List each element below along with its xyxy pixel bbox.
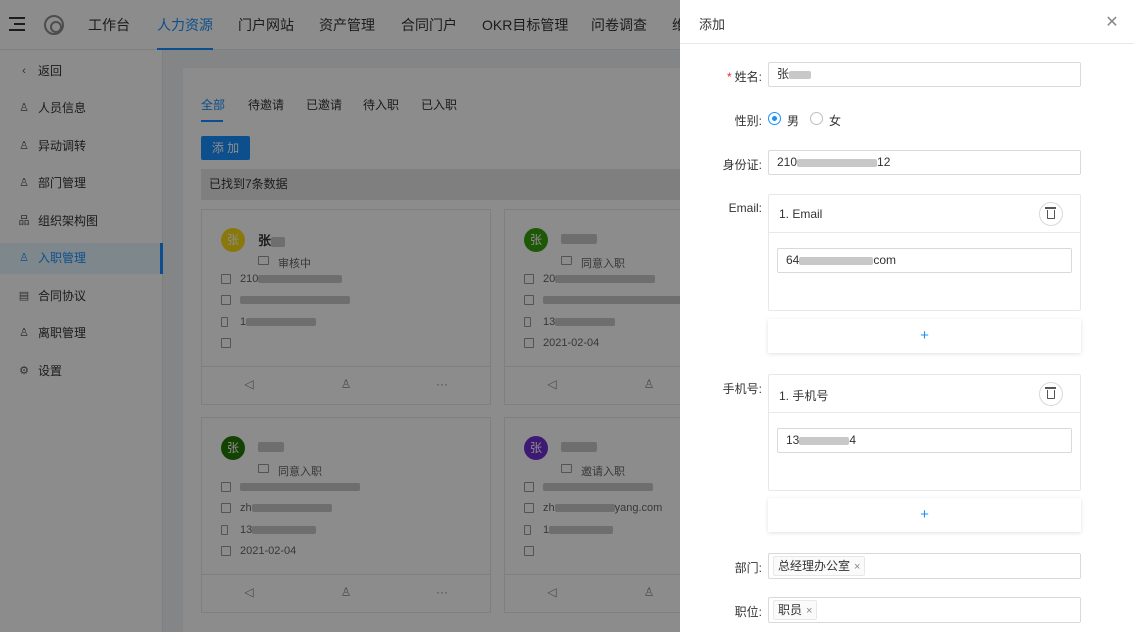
drawer-title: 添加 (699, 17, 726, 32)
idcard-label: 身份证: (722, 158, 762, 172)
gender-male-radio[interactable] (768, 112, 781, 125)
email-input[interactable]: 64 com (777, 248, 1072, 273)
phone-item-title: 1. 手机号 (779, 389, 829, 403)
department-label: 部门: (734, 561, 762, 575)
trash-icon (1045, 207, 1056, 219)
position-tag: 职员 × (773, 600, 818, 620)
gender-female-radio[interactable] (810, 112, 823, 125)
name-label: * 姓名: (726, 70, 762, 84)
drawer-header: 添加 ✕ (680, 0, 1134, 44)
delete-phone-button[interactable] (1039, 382, 1063, 406)
gender-label: 性别: (734, 114, 762, 128)
tag-remove-icon[interactable]: × (806, 605, 812, 617)
department-tag: 总经理办公室 × (773, 556, 866, 576)
gender-female-label[interactable]: 女 (829, 112, 841, 129)
phone-input[interactable]: 13 4 (777, 428, 1072, 453)
phone-label: 手机号: (722, 382, 762, 396)
email-item-header: 1. Email (769, 195, 1080, 233)
position-select[interactable]: 职员 × (768, 597, 1081, 623)
modal-mask[interactable] (0, 0, 680, 632)
phone-item-header: 1. 手机号 (769, 375, 1080, 413)
email-label: Email: (728, 201, 762, 215)
email-item-title: 1. Email (779, 207, 823, 221)
gender-male-label[interactable]: 男 (787, 112, 799, 129)
position-label: 职位: (734, 605, 762, 619)
close-icon[interactable]: ✕ (1102, 12, 1122, 32)
add-phone-button[interactable]: + (768, 498, 1081, 532)
delete-email-button[interactable] (1039, 202, 1063, 226)
idcard-field[interactable]: 210 12 (768, 150, 1081, 175)
email-item-card: 1. Email 64 com (768, 194, 1081, 311)
department-select[interactable]: 总经理办公室 × (768, 553, 1081, 579)
add-drawer: 添加 ✕ * 姓名: 张 性别: 男 女 身份证: 210 12 Email: 1.… (680, 0, 1134, 632)
add-email-button[interactable]: + (768, 319, 1081, 353)
name-field[interactable]: 张 (768, 62, 1081, 87)
phone-item-card: 1. 手机号 13 4 (768, 374, 1081, 491)
tag-remove-icon[interactable]: × (854, 561, 860, 573)
trash-icon (1045, 387, 1056, 399)
